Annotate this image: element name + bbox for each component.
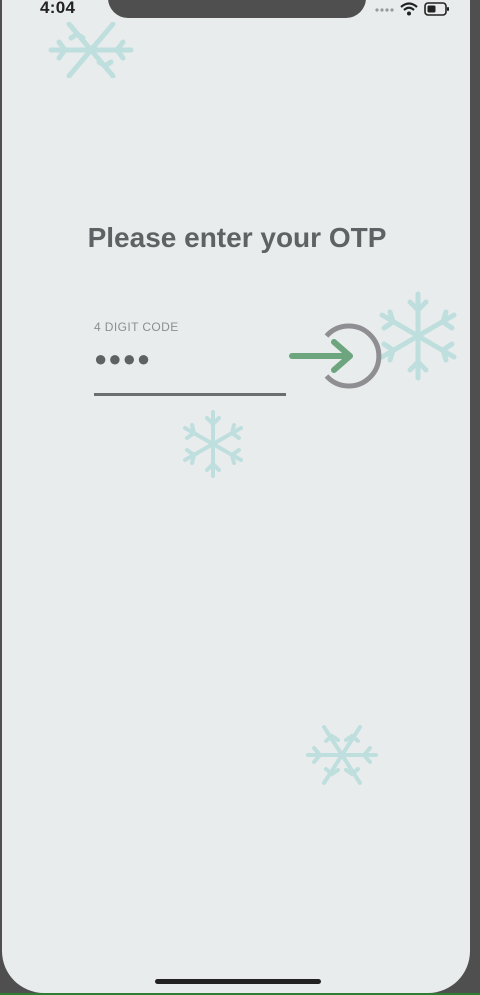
- snowflake-icon: [306, 725, 378, 785]
- login-arrow-icon: [289, 323, 382, 389]
- otp-field-label: 4 DIGIT CODE: [94, 320, 179, 334]
- snowflake-icon: [183, 410, 243, 478]
- otp-code-input[interactable]: ●●●●: [94, 346, 284, 378]
- otp-input-underline: [94, 393, 286, 396]
- snowflake-icon: [48, 22, 134, 78]
- snowflake-icon: [379, 291, 457, 381]
- status-icons: [374, 2, 450, 16]
- wifi-icon: [400, 2, 418, 16]
- status-time: 4:04: [40, 0, 76, 17]
- device-notch: [108, 0, 366, 18]
- battery-icon: [424, 2, 449, 16]
- page-title: Please enter your OTP: [87, 222, 387, 253]
- home-indicator[interactable]: [155, 979, 321, 984]
- screen: 4:04 Please enter your OTP 4 DIGIT CODE …: [2, 0, 470, 993]
- submit-otp-button[interactable]: [288, 318, 386, 394]
- signal-icon: [375, 8, 394, 12]
